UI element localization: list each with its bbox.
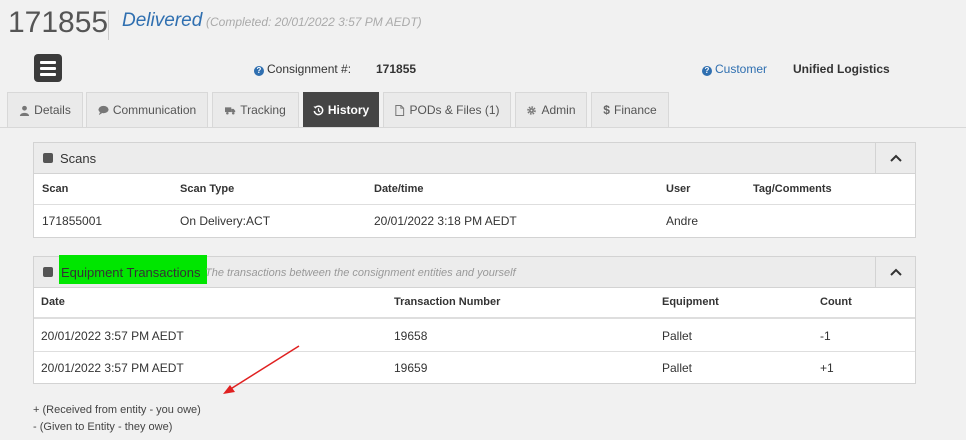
legend-minus-text: - (Given to Entity - they owe) — [33, 421, 173, 433]
equipment-collapse-button[interactable] — [875, 257, 915, 287]
tab-label: Finance — [613, 103, 657, 117]
gear-icon — [527, 105, 537, 115]
user-cell: Andre — [666, 214, 699, 228]
equipment-panel-title: Equipment Transactions — [61, 265, 201, 280]
equipment-panel: Equipment Transactions The transactions … — [33, 255, 916, 384]
equipment-cell: Pallet — [662, 361, 693, 375]
tab-details[interactable]: Details — [7, 92, 83, 127]
equipment-header-row: Date Transaction Number Equipment Count — [34, 288, 915, 319]
table-row: 20/01/2022 3:57 PM AEDT 19659 Pallet +1 — [34, 352, 915, 383]
column-header: User — [666, 183, 691, 195]
table-row: 171855001 On Delivery:ACT 20/01/2022 3:1… — [34, 205, 915, 237]
truck-icon — [225, 106, 236, 115]
dollar-icon: $ — [603, 103, 610, 117]
column-header: Scan Type — [180, 183, 235, 195]
column-header: Transaction Number — [394, 296, 501, 308]
tab-finance[interactable]: $ Finance — [591, 92, 669, 127]
panel-square-icon — [43, 267, 53, 277]
tab-history[interactable]: History — [303, 92, 379, 127]
scans-panel-title: Scans — [60, 151, 97, 166]
tab-label: History — [327, 103, 370, 117]
customer-value: Unified Logistics — [793, 62, 890, 76]
tab-label: Admin — [541, 103, 576, 117]
column-header: Date — [41, 296, 65, 308]
scans-panel-header: Scans — [34, 143, 915, 174]
consignment-number-heading: 171855 — [8, 6, 109, 39]
scan-type-cell: On Delivery:ACT — [180, 214, 271, 228]
annotation-arrow — [223, 345, 300, 394]
date-cell: 20/01/2022 3:57 PM AEDT — [41, 361, 184, 375]
transaction-number-cell: 19659 — [394, 361, 428, 375]
status-heading: Delivered — [122, 10, 203, 31]
date-cell: 20/01/2022 3:57 PM AEDT — [41, 329, 184, 343]
question-circle-icon[interactable]: ? — [254, 66, 264, 76]
column-header: Scan — [42, 183, 69, 195]
user-icon — [20, 105, 30, 116]
tab-label: Details — [34, 103, 71, 117]
equipment-cell: Pallet — [662, 329, 693, 343]
panel-square-icon — [43, 153, 53, 163]
tab-admin[interactable]: Admin — [515, 92, 587, 127]
column-header: Count — [820, 296, 852, 308]
table-row: 20/01/2022 3:57 PM AEDT 19658 Pallet -1 — [34, 320, 915, 352]
count-cell: +1 — [820, 361, 834, 375]
tab-label: PODs & Files (1) — [409, 103, 500, 117]
history-icon — [313, 104, 324, 115]
tab-label: Tracking — [240, 103, 286, 117]
file-icon — [395, 104, 405, 116]
tab-tracking[interactable]: Tracking — [212, 92, 299, 127]
menu-bar — [40, 66, 56, 70]
tab-communication[interactable]: Communication — [86, 92, 208, 127]
menu-bar — [40, 60, 56, 64]
title-divider — [108, 10, 109, 40]
customer-link-text[interactable]: Customer — [715, 62, 767, 76]
consignment-value: 171855 — [376, 62, 417, 76]
count-cell: -1 — [820, 329, 831, 343]
consignment-label-text: Consignment #: — [267, 62, 352, 76]
legend-plus-text: + (Received from entity - you owe) — [33, 404, 201, 416]
equipment-panel-header: Equipment Transactions The transactions … — [34, 255, 915, 288]
scans-collapse-button[interactable] — [875, 143, 915, 173]
transaction-number-cell: 19658 — [394, 329, 428, 343]
chevron-up-icon — [889, 154, 902, 162]
chevron-up-icon — [889, 268, 902, 276]
comment-icon — [98, 105, 109, 115]
tab-baseline — [0, 127, 966, 128]
tab-pods-files[interactable]: PODs & Files (1) — [383, 92, 511, 127]
equipment-panel-subtitle: The transactions between the consignment… — [205, 267, 516, 279]
column-header: Date/time — [374, 183, 424, 195]
scan-cell: 171855001 — [42, 214, 103, 228]
menu-bar — [40, 72, 56, 76]
column-header: Tag/Comments — [753, 183, 832, 195]
menu-button[interactable] — [34, 54, 62, 82]
scans-panel: Scans Scan Scan Type Date/time User Tag/… — [33, 142, 916, 238]
scans-header-row: Scan Scan Type Date/time User Tag/Commen… — [34, 174, 915, 205]
customer-link[interactable]: ? Customer — [702, 62, 767, 76]
column-header: Equipment — [662, 296, 719, 308]
datetime-cell: 20/01/2022 3:18 PM AEDT — [374, 214, 517, 228]
completed-timestamp: (Completed: 20/01/2022 3:57 PM AEDT) — [206, 15, 422, 29]
question-circle-icon[interactable]: ? — [702, 66, 712, 76]
tab-label: Communication — [112, 103, 197, 117]
consignment-label: ? Consignment #: — [254, 62, 351, 76]
